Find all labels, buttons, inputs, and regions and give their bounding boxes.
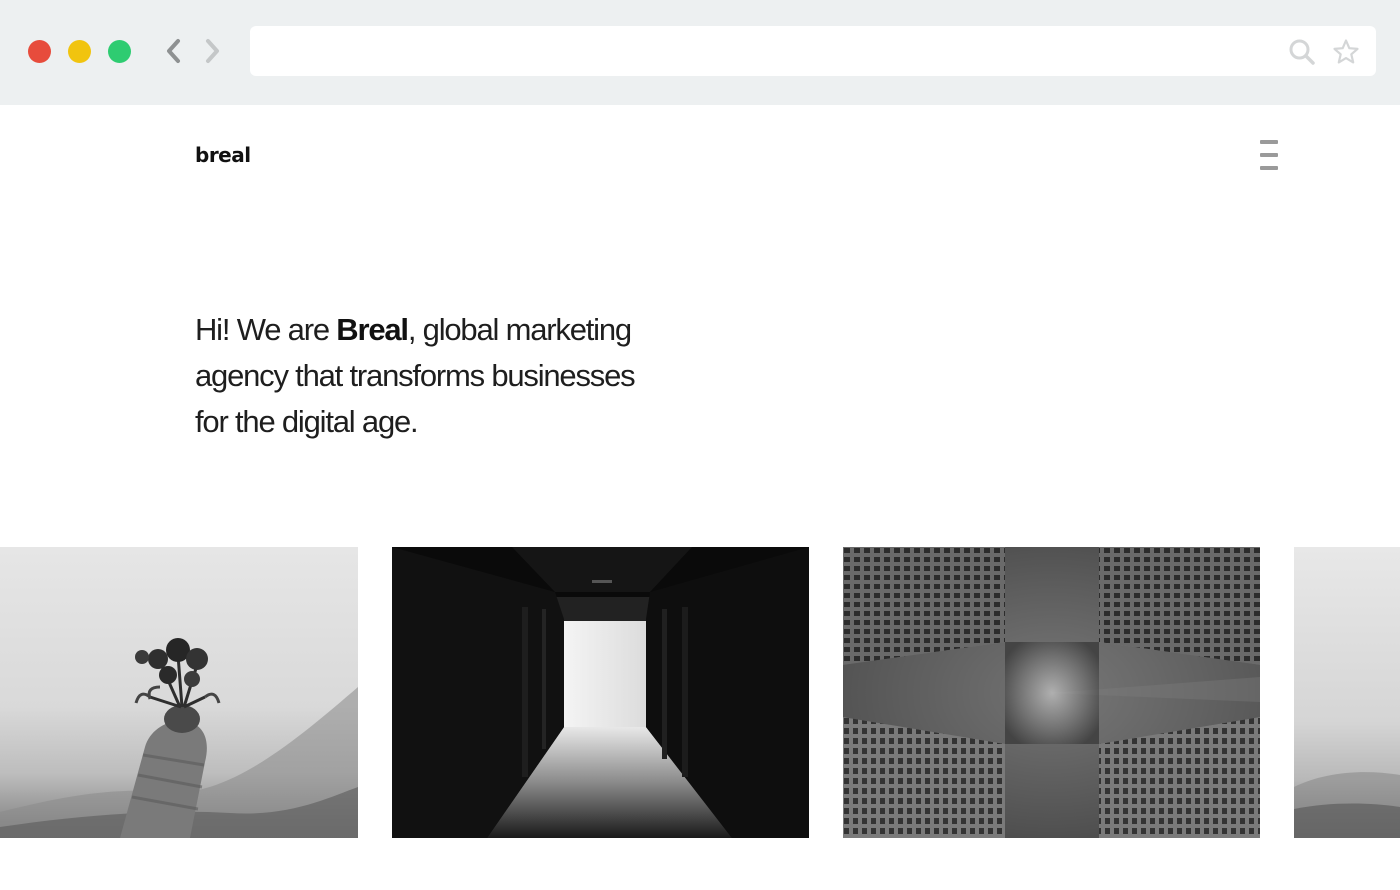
bookmark-button[interactable] xyxy=(1332,38,1360,66)
close-window-button[interactable] xyxy=(28,40,51,63)
address-bar[interactable] xyxy=(250,26,1376,76)
hero-prefix: Hi! We are xyxy=(195,312,337,347)
hero-brand: Breal xyxy=(336,312,409,347)
minimize-window-button[interactable] xyxy=(68,40,91,63)
hills-illustration xyxy=(1294,772,1400,838)
browser-toolbar xyxy=(0,0,1400,105)
gallery-image-flowers[interactable] xyxy=(0,547,358,838)
back-button[interactable] xyxy=(160,36,186,66)
site-logo[interactable]: breal xyxy=(195,143,251,167)
hamburger-menu-icon[interactable] xyxy=(1258,139,1280,173)
maximize-window-button[interactable] xyxy=(108,40,131,63)
chevron-right-icon xyxy=(206,39,219,63)
menu-bar xyxy=(1260,140,1278,144)
flowers-illustration xyxy=(0,638,358,838)
menu-bar xyxy=(1260,166,1278,170)
chevron-left-icon xyxy=(167,39,180,63)
buildings-illustration xyxy=(843,547,1260,838)
gallery-image-corridor[interactable] xyxy=(392,547,809,838)
search-icon xyxy=(1289,39,1315,65)
gallery-image-buildings[interactable] xyxy=(843,547,1260,838)
star-icon xyxy=(1333,39,1359,64)
menu-bar xyxy=(1260,153,1278,157)
forward-button[interactable] xyxy=(200,36,226,66)
search-button[interactable] xyxy=(1288,38,1316,66)
gallery-image-hills[interactable] xyxy=(1294,547,1400,838)
hero-text: Hi! We are Breal, global marketing agenc… xyxy=(195,307,665,445)
corridor-illustration xyxy=(392,547,809,838)
